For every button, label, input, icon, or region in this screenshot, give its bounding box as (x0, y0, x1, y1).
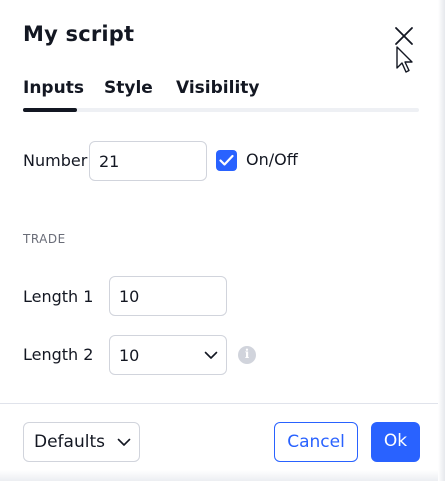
active-tab-indicator (23, 108, 77, 112)
number-label: Number (23, 151, 88, 170)
tab-inputs[interactable]: Inputs (23, 78, 84, 98)
number-input[interactable]: 21 (89, 141, 207, 181)
onoff-checkbox[interactable] (216, 150, 237, 171)
defaults-label: Defaults (34, 432, 105, 452)
length2-select-value: 10 (119, 345, 140, 365)
footer-divider (0, 403, 445, 404)
ok-label: Ok (383, 431, 408, 451)
chevron-down-icon (117, 438, 131, 446)
number-input-value: 21 (99, 151, 120, 171)
tabs-track (23, 108, 419, 112)
right-edge-shadow (438, 0, 445, 481)
chevron-down-icon (204, 351, 218, 359)
bottom-shadow (0, 470, 445, 481)
onoff-label: On/Off (246, 150, 298, 169)
script-settings-dialog: My script Inputs Style Visibility Number… (0, 0, 445, 481)
checkmark-icon (219, 154, 234, 166)
ok-button[interactable]: Ok (371, 422, 420, 462)
close-icon (395, 27, 413, 45)
cancel-label: Cancel (287, 432, 345, 452)
length2-label: Length 2 (23, 345, 94, 364)
length1-input[interactable]: 10 (109, 276, 227, 316)
close-button[interactable] (392, 24, 416, 48)
tab-style[interactable]: Style (104, 78, 153, 98)
tab-bar: Inputs Style Visibility (0, 78, 445, 114)
mouse-cursor-icon (396, 46, 413, 73)
length2-select[interactable]: 10 (109, 335, 227, 375)
cancel-button[interactable]: Cancel (274, 422, 358, 462)
tab-visibility[interactable]: Visibility (176, 78, 260, 98)
dialog-title: My script (23, 22, 135, 46)
length1-input-value: 10 (119, 286, 140, 306)
info-icon[interactable]: i (238, 346, 256, 364)
length1-label: Length 1 (23, 287, 94, 306)
section-header-trade: TRADE (23, 232, 66, 246)
info-glyph: i (244, 347, 250, 361)
defaults-dropdown-button[interactable]: Defaults (23, 422, 140, 462)
